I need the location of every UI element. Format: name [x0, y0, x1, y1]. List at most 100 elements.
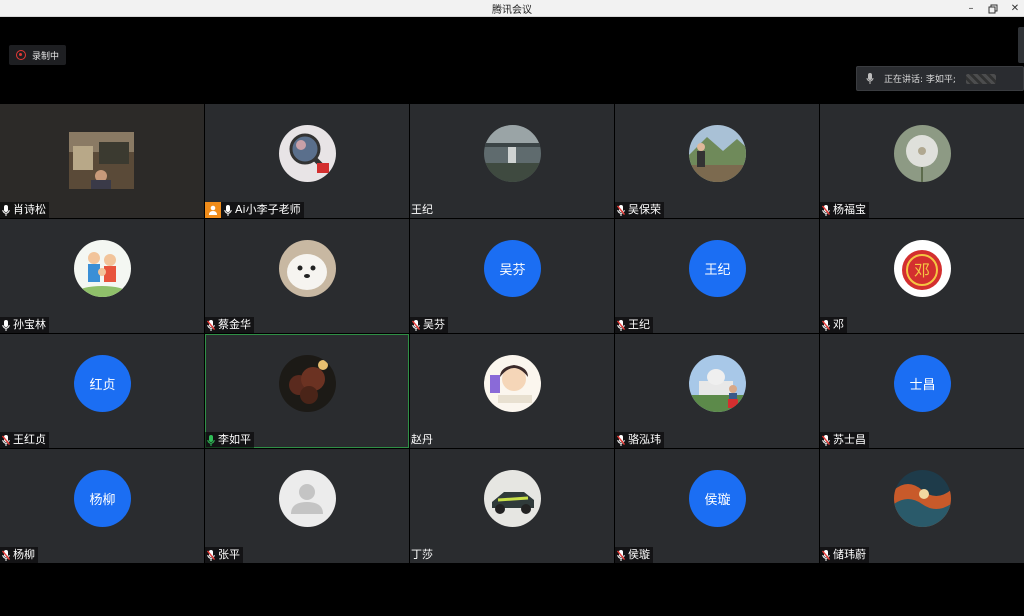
participant-name-bar: 骆泓玮	[615, 432, 664, 448]
avatar-initials: 王纪	[689, 240, 746, 297]
avatar	[484, 355, 541, 412]
microphone-muted-icon	[205, 317, 217, 333]
participant-name-bar: 王纪	[615, 317, 653, 333]
participant-tile[interactable]: 吴保荣	[615, 104, 819, 218]
microphone-muted-icon	[410, 317, 422, 333]
participant-name: 李如平	[218, 433, 251, 446]
participant-name-bar: 王纪	[410, 202, 436, 218]
avatar	[279, 240, 336, 297]
restore-icon[interactable]	[988, 4, 998, 14]
participant-tile[interactable]: 邓邓	[820, 219, 1024, 333]
avatar-initials: 吴芬	[484, 240, 541, 297]
participant-tile[interactable]: 杨柳 杨柳	[0, 449, 204, 563]
record-icon	[16, 50, 26, 60]
participant-name-bar: 张平	[205, 547, 243, 563]
participant-name: 侯璇	[628, 548, 650, 561]
participant-name-bar: 储玮蔚	[820, 547, 869, 563]
microphone-muted-icon	[820, 432, 832, 448]
avatar	[894, 125, 951, 182]
title-bar: 腾讯会议 – ✕	[0, 0, 1024, 17]
participant-name-bar: Ai小李子老师	[205, 202, 304, 218]
avatar-initials: 侯璇	[689, 470, 746, 527]
video-feed	[69, 132, 134, 189]
microphone-icon	[222, 202, 234, 218]
participant-name-bar: 吴保荣	[615, 202, 664, 218]
participant-tile[interactable]: 赵丹	[410, 334, 614, 448]
participant-tile[interactable]: 士昌 苏士昌	[820, 334, 1024, 448]
window-title: 腾讯会议	[492, 5, 532, 16]
participant-tile[interactable]: 王纪	[410, 104, 614, 218]
participant-name-bar: 王红贞	[0, 432, 49, 448]
participant-name: 吴芬	[423, 318, 445, 331]
avatar	[74, 240, 131, 297]
participant-name: 杨柳	[13, 548, 35, 561]
avatar	[484, 125, 541, 182]
avatar	[279, 355, 336, 412]
svg-text:邓: 邓	[914, 261, 930, 280]
participant-tile[interactable]: 孙宝林	[0, 219, 204, 333]
participant-tile[interactable]: 骆泓玮	[615, 334, 819, 448]
participant-name-bar: 孙宝林	[0, 317, 49, 333]
speaking-label: 正在讲话: 李如平;	[884, 75, 956, 85]
microphone-icon	[205, 432, 217, 448]
participant-tile[interactable]: Ai小李子老师	[205, 104, 409, 218]
participant-name: 丁莎	[411, 548, 433, 561]
microphone-icon	[0, 202, 12, 218]
participant-name: 骆泓玮	[628, 433, 661, 446]
microphone-muted-icon	[615, 202, 627, 218]
microphone-muted-icon	[615, 547, 627, 563]
microphone-muted-icon	[820, 317, 832, 333]
participant-name: 苏士昌	[833, 433, 866, 446]
microphone-icon	[0, 317, 12, 333]
participant-name-bar: 侯璇	[615, 547, 653, 563]
participant-grid: 肖诗松 Ai小李子老师 王纪 吴保荣 杨福宝 孙宝林 蔡金华 吴芬 吴芬 王纪 王纪邓邓红贞 王红贞李…	[0, 104, 1024, 564]
participant-name: 张平	[218, 548, 240, 561]
participant-tile[interactable]: 丁莎	[410, 449, 614, 563]
microphone-muted-icon	[615, 317, 627, 333]
participant-name: 储玮蔚	[833, 548, 866, 561]
participant-tile[interactable]: 侯璇 侯璇	[615, 449, 819, 563]
participant-name: 王纪	[411, 203, 433, 216]
minimize-icon[interactable]: –	[966, 3, 976, 14]
participant-tile[interactable]: 张平	[205, 449, 409, 563]
participant-name: 肖诗松	[13, 203, 46, 216]
blurred-names	[965, 73, 996, 84]
participant-tile[interactable]: 王纪 王纪	[615, 219, 819, 333]
close-icon[interactable]: ✕	[1010, 3, 1020, 14]
recording-badge[interactable]: 录制中	[9, 45, 67, 65]
participant-name: 王纪	[628, 318, 650, 331]
avatar-initials: 红贞	[74, 355, 131, 412]
microphone-muted-icon	[820, 202, 832, 218]
avatar	[484, 470, 541, 527]
microphone-muted-icon	[820, 547, 832, 563]
avatar	[689, 355, 746, 412]
participant-name-bar: 丁莎	[410, 547, 436, 563]
bottom-area	[0, 564, 1024, 616]
microphone-muted-icon	[0, 432, 12, 448]
side-panel-handle[interactable]	[1018, 27, 1024, 63]
participant-name-bar: 肖诗松	[0, 202, 49, 218]
participant-tile[interactable]: 红贞王红贞	[0, 334, 204, 448]
participant-name: 邓	[833, 318, 844, 331]
microphone-muted-icon	[205, 547, 217, 563]
participant-name-bar: 赵丹	[410, 432, 436, 448]
participant-tile[interactable]: 杨福宝	[820, 104, 1024, 218]
recording-label: 录制中	[32, 51, 60, 62]
participant-tile[interactable]: 李如平	[205, 334, 409, 448]
speaking-indicator: 正在讲话: 李如平;	[856, 66, 1024, 91]
participant-tile[interactable]: 蔡金华	[205, 219, 409, 333]
participant-name: Ai小李子老师	[235, 203, 301, 216]
avatar: 邓	[894, 240, 951, 297]
avatar	[279, 125, 336, 182]
microphone-muted-icon	[615, 432, 627, 448]
participant-name-bar: 杨福宝	[820, 202, 869, 218]
participant-tile[interactable]: 吴芬 吴芬	[410, 219, 614, 333]
participant-name-bar: 苏士昌	[820, 432, 869, 448]
participant-name-bar: 吴芬	[410, 317, 448, 333]
participant-tile[interactable]: 储玮蔚	[820, 449, 1024, 563]
avatar-initials: 杨柳	[74, 470, 131, 527]
participant-name-bar: 杨柳	[0, 547, 38, 563]
participant-tile[interactable]: 肖诗松	[0, 104, 204, 218]
window-controls: – ✕	[966, 0, 1020, 17]
avatar	[279, 470, 336, 527]
